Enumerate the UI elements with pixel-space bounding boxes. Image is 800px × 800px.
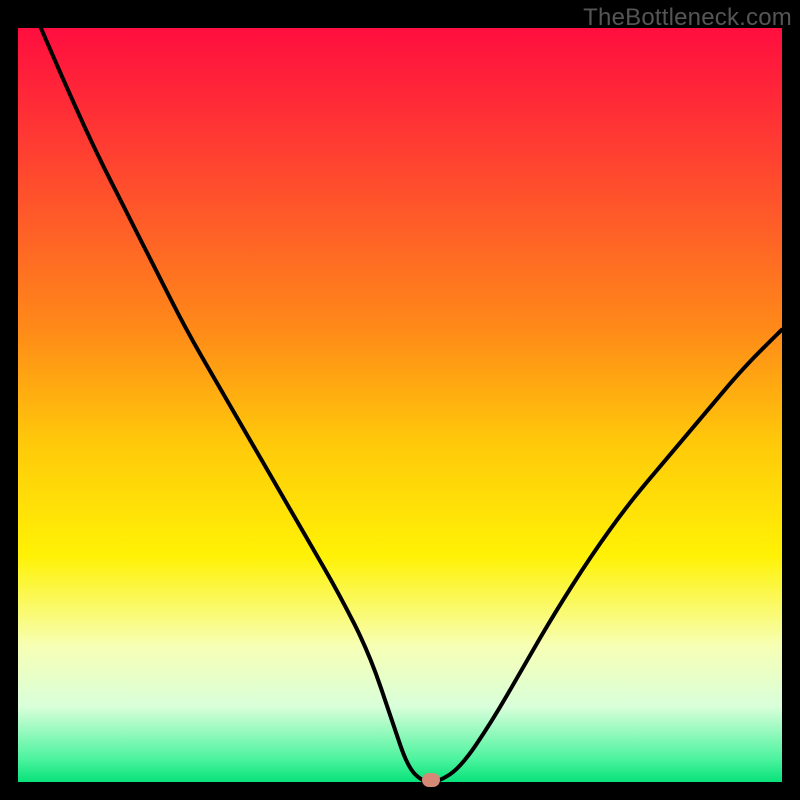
optimal-point-marker — [422, 773, 440, 787]
gradient-backdrop — [18, 28, 782, 782]
watermark-text: TheBottleneck.com — [583, 4, 792, 32]
bottleneck-chart — [18, 28, 782, 782]
chart-frame: TheBottleneck.com — [0, 0, 800, 800]
